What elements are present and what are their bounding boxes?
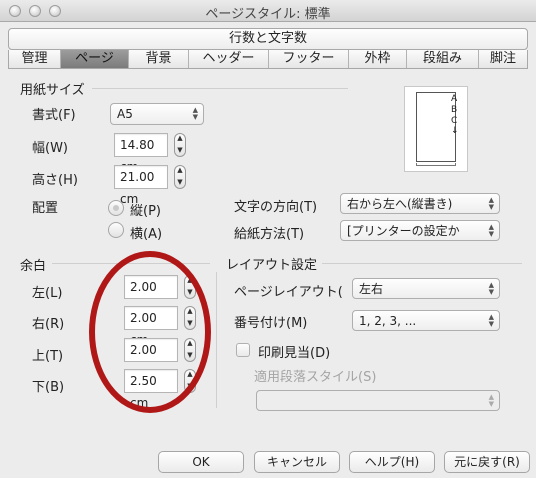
annotation-ellipse-stroke (89, 251, 211, 413)
preview-arrow-icon: ↓ (451, 126, 459, 136)
width-stepper[interactable]: ▲ ▼ (174, 133, 186, 157)
bottom-margin-label: 下(B) (32, 380, 65, 395)
updown-arrows-icon: ▲ ▼ (488, 281, 494, 296)
paper-format-divider (92, 88, 348, 89)
annotation-ellipse (89, 251, 211, 413)
text-direction-label: 文字の方向(T) (234, 200, 318, 215)
page-layout-select[interactable]: 左右 ▲ ▼ (352, 278, 500, 299)
updown-arrows-icon: ▲ ▼ (488, 223, 494, 238)
tab-page[interactable]: ページ (61, 50, 129, 68)
left-margin-label: 左(L) (32, 286, 63, 301)
height-input[interactable]: 21.00 cm (114, 165, 168, 206)
landscape-radio[interactable] (108, 222, 124, 238)
numbering-value: 1, 2, 3, ... (359, 314, 417, 328)
format-value: A5 (117, 107, 133, 121)
paper-tray-value: [プリンターの設定か (347, 224, 460, 238)
preview-letter-c: C (451, 116, 458, 126)
page-sheet-shadow (416, 163, 456, 166)
tab-background[interactable]: 背景 (129, 50, 189, 68)
cancel-button[interactable]: キャンセル (254, 451, 340, 473)
tab-organizer[interactable]: 管理 (9, 50, 61, 68)
preview-letter-a: A (451, 94, 458, 104)
help-button[interactable]: ヘルプ(H) (349, 451, 435, 473)
portrait-label: 縦(P) (130, 204, 161, 219)
page-layout-label: ページレイアウト( (234, 285, 343, 300)
reference-style-label: 適用段落スタイル(S) (254, 370, 377, 385)
portrait-radio[interactable] (108, 200, 124, 216)
paper-tray-label: 給紙方法(T) (234, 227, 305, 242)
landscape-label: 横(A) (130, 227, 163, 242)
updown-arrows-icon: ▲ ▼ (192, 106, 198, 121)
window-title: ページスタイル: 標準 (205, 7, 331, 22)
width-input[interactable]: 14.80 cm (114, 133, 168, 174)
preview-letter-b: B (451, 105, 458, 115)
numbering-select[interactable]: 1, 2, 3, ... ▲ ▼ (352, 310, 500, 331)
height-stepper[interactable]: ▲ ▼ (174, 165, 186, 189)
height-label: 高さ(H) (32, 173, 78, 188)
page-layout-value: 左右 (359, 282, 384, 296)
numbering-label: 番号付け(M) (234, 316, 308, 331)
register-true-checkbox[interactable] (236, 343, 250, 357)
tab-borders[interactable]: 外枠 (349, 50, 407, 68)
right-margin-label: 右(R) (32, 317, 65, 332)
page-sheet-preview (416, 92, 456, 162)
format-select[interactable]: A5 ▲ ▼ (110, 103, 204, 125)
text-direction-select[interactable]: 右から左へ(縦書き) ▲ ▼ (340, 193, 500, 214)
width-label: 幅(W) (32, 141, 68, 156)
layout-settings-heading: レイアウト設定 (226, 258, 318, 273)
orientation-label: 配置 (32, 201, 59, 216)
tab-header[interactable]: ヘッダー (189, 50, 269, 68)
tab-columns[interactable]: 段組み (407, 50, 479, 68)
tab-lines-and-characters[interactable]: 行数と文字数 (8, 28, 528, 50)
updown-arrows-icon: ▲ ▼ (488, 393, 494, 408)
tab-footnote[interactable]: 脚注 (479, 50, 527, 68)
tab-row: 管理 ページ 背景 ヘッダー フッター 外枠 段組み 脚注 (8, 50, 528, 69)
layout-settings-divider (322, 263, 522, 264)
reset-button[interactable]: 元に戻す(R) (444, 451, 530, 473)
text-direction-value: 右から左へ(縦書き) (347, 197, 453, 211)
updown-arrows-icon: ▲ ▼ (488, 196, 494, 211)
paper-format-heading: 用紙サイズ (20, 83, 85, 98)
paper-tray-select[interactable]: [プリンターの設定か ▲ ▼ (340, 220, 500, 241)
reference-style-select[interactable]: ▲ ▼ (256, 390, 500, 411)
tab-footer[interactable]: フッター (269, 50, 349, 68)
format-label: 書式(F) (32, 108, 76, 123)
top-margin-label: 上(T) (32, 349, 64, 364)
margins-heading: 余白 (20, 259, 47, 274)
ok-button[interactable]: OK (158, 451, 244, 473)
register-true-label: 印刷見当(D) (258, 346, 331, 361)
updown-arrows-icon: ▲ ▼ (488, 313, 494, 328)
